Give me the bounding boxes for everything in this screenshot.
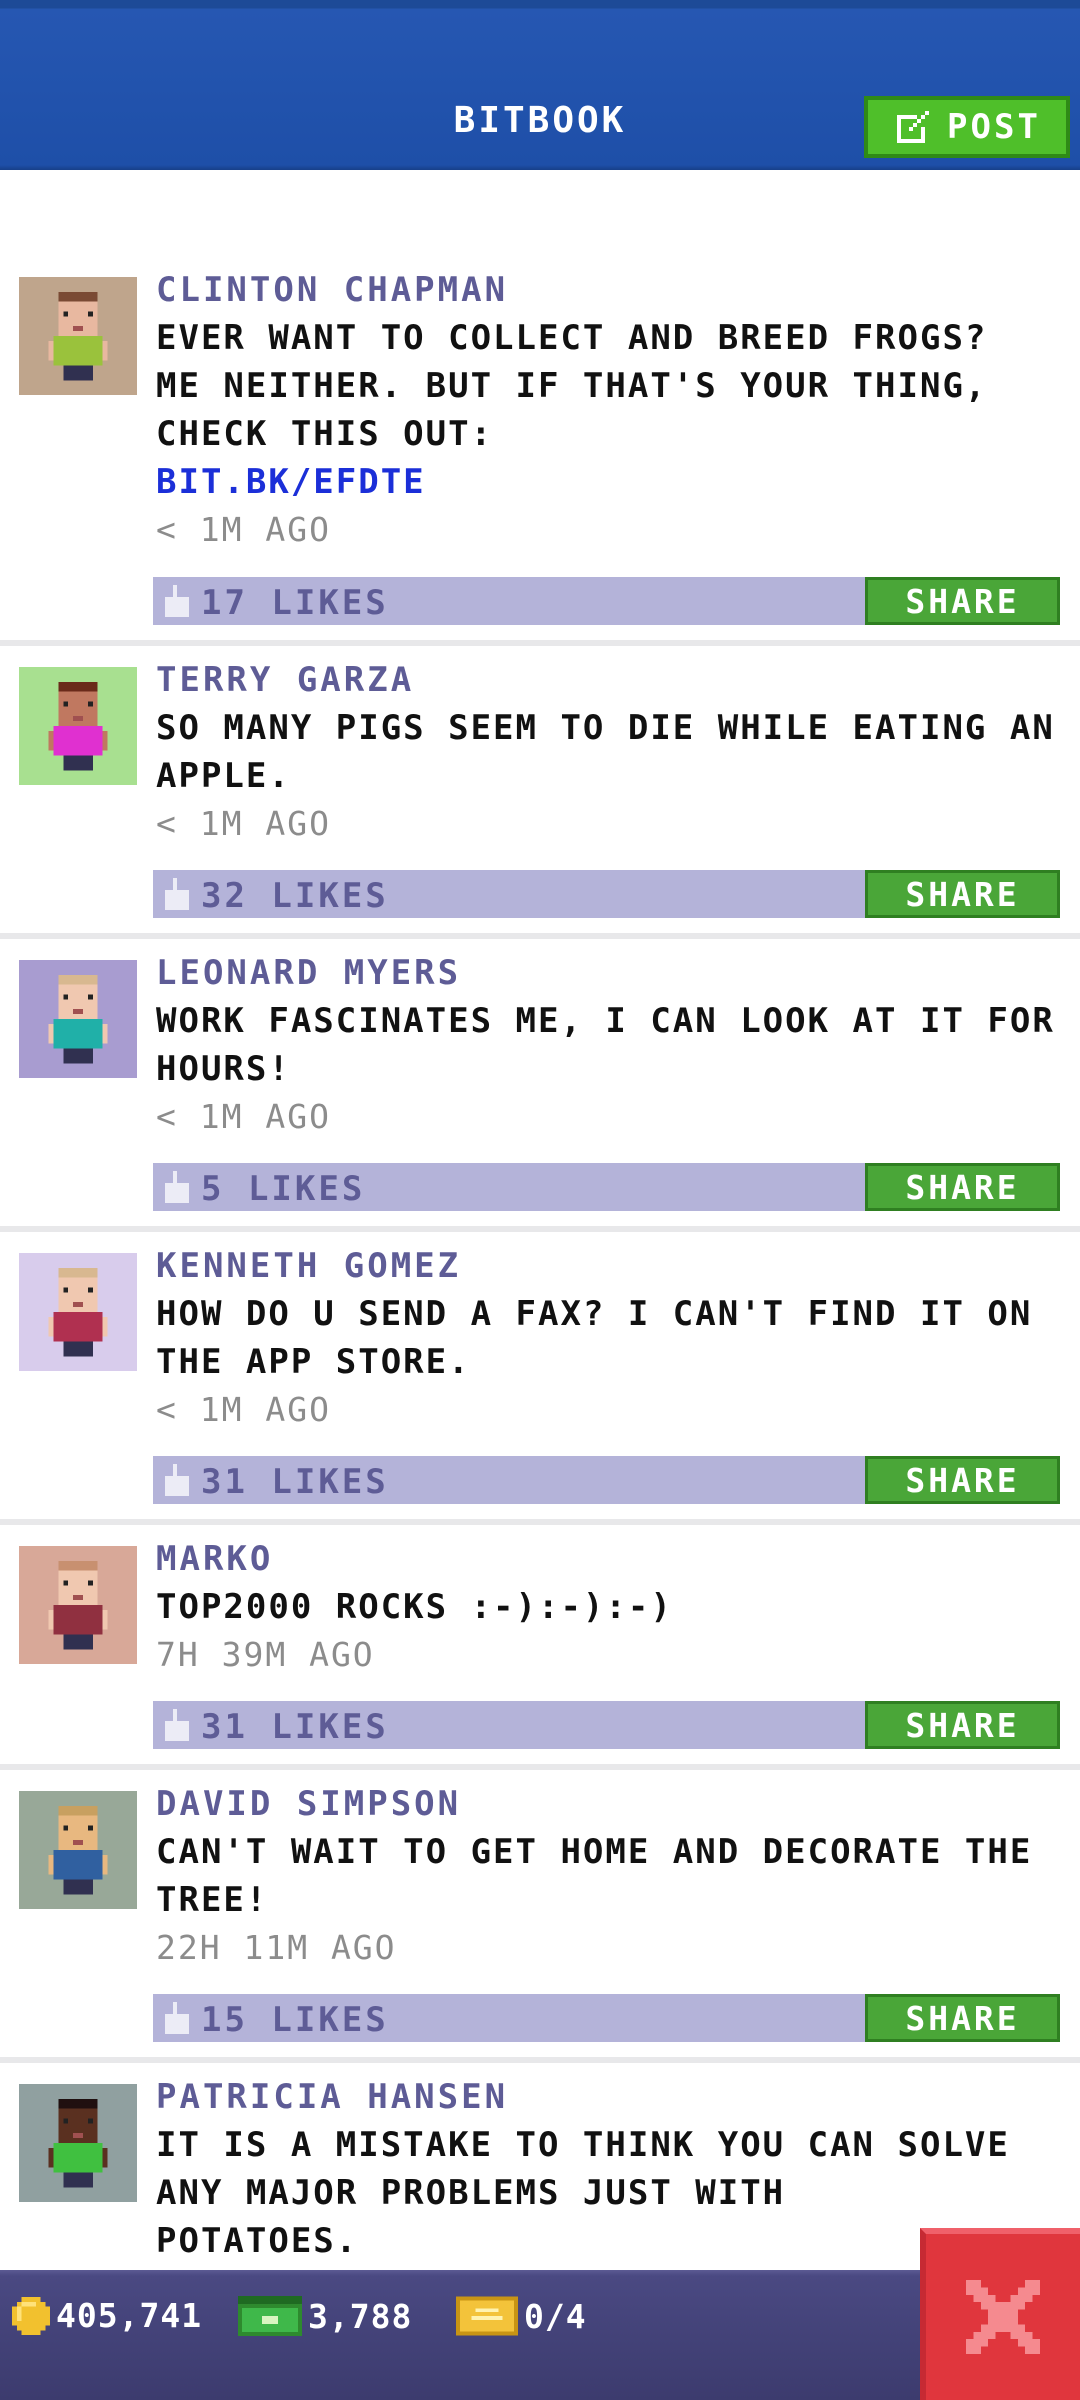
avatar-figure (19, 1253, 137, 1371)
thumbs-up-icon (165, 2002, 189, 2034)
post-timestamp: < 1M AGO (156, 510, 331, 549)
post-author[interactable]: DAVID SIMPSON (156, 1784, 461, 1824)
post-divider (0, 1764, 1080, 1770)
thumbs-up-icon (165, 1171, 189, 1203)
close-icon (966, 2280, 1040, 2354)
coins-stat[interactable]: 405,741 (12, 2296, 202, 2335)
feed[interactable]: CLINTON CHAPMAN EVER WANT TO COLLECT AND… (0, 170, 1080, 2270)
post-text-line: HOURS! (156, 1049, 291, 1089)
avatar[interactable] (19, 2084, 137, 2202)
avatar[interactable] (19, 960, 137, 1078)
post-text-line: WORK FASCINATES ME, I CAN LOOK AT IT FOR (156, 1001, 1055, 1041)
share-button[interactable]: SHARE (865, 1456, 1060, 1504)
post-text-line: POTATOES. (156, 2221, 359, 2261)
avatar-figure (19, 2084, 137, 2202)
thumbs-up-icon (165, 585, 189, 617)
post-divider (0, 1519, 1080, 1525)
post-author[interactable]: LEONARD MYERS (156, 953, 461, 993)
post-timestamp: < 1M AGO (156, 1390, 331, 1429)
avatar-figure (19, 277, 137, 395)
coins-value: 405,741 (56, 2296, 203, 2335)
post-text-line: ANY MAJOR PROBLEMS JUST WITH (156, 2173, 786, 2213)
tickets-stat[interactable]: 0/4 (456, 2296, 587, 2336)
bux-value: 3,788 (308, 2296, 413, 2336)
close-button[interactable] (920, 2228, 1080, 2400)
post-timestamp: < 1M AGO (156, 1097, 331, 1136)
post-button-label: POST (947, 107, 1041, 147)
likes-bar: 5 LIKES SHARE (153, 1163, 1060, 1211)
likes-bar: 15 LIKES SHARE (153, 1994, 1060, 2042)
post-text-line: THE APP STORE. (156, 1342, 471, 1382)
post-timestamp: < 1M AGO (156, 804, 331, 843)
coin-icon (12, 2296, 50, 2335)
post-divider (0, 1226, 1080, 1232)
post-divider (0, 2057, 1080, 2063)
likes-count[interactable]: 31 LIKES (201, 1462, 389, 1502)
post-text-line: CHECK THIS OUT: (156, 414, 494, 454)
post-author[interactable]: PATRICIA HANSEN (156, 2077, 508, 2117)
post-text-line: TREE! (156, 1880, 269, 1920)
bottom-status-bar: 405,741 3,788 0/4 (0, 2270, 1080, 2400)
post-text-line: IT IS A MISTAKE TO THINK YOU CAN SOLVE (156, 2125, 1010, 2165)
avatar[interactable] (19, 667, 137, 785)
post-author[interactable]: KENNETH GOMEZ (156, 1246, 461, 1286)
thumbs-up-icon (165, 1709, 189, 1741)
post-button[interactable]: POST (864, 96, 1070, 158)
share-button[interactable]: SHARE (865, 577, 1060, 625)
avatar[interactable] (19, 1253, 137, 1371)
share-button[interactable]: SHARE (865, 1701, 1060, 1749)
thumbs-up-icon (165, 878, 189, 910)
post-divider (0, 933, 1080, 939)
post-text-line: ME NEITHER. BUT IF THAT'S YOUR THING, (156, 366, 988, 406)
likes-bar: 32 LIKES SHARE (153, 870, 1060, 918)
post-text-line: HOW DO U SEND A FAX? I CAN'T FIND IT ON (156, 1294, 1033, 1334)
tickets-value: 0/4 (524, 2296, 587, 2336)
post-link[interactable]: BIT.BK/EFDTE (156, 462, 426, 502)
likes-count[interactable]: 31 LIKES (201, 1707, 389, 1747)
post-text-line: APPLE. (156, 756, 291, 796)
share-button[interactable]: SHARE (865, 870, 1060, 918)
avatar-figure (19, 1546, 137, 1664)
avatar[interactable] (19, 1791, 137, 1909)
post-timestamp: 7H 39M AGO (156, 1635, 375, 1674)
likes-count[interactable]: 5 LIKES (201, 1169, 365, 1209)
likes-bar: 31 LIKES SHARE (153, 1701, 1060, 1749)
avatar-figure (19, 1791, 137, 1909)
post-author[interactable]: TERRY GARZA (156, 660, 414, 700)
thumbs-up-icon (165, 1464, 189, 1496)
post-text-line: SO MANY PIGS SEEM TO DIE WHILE EATING AN (156, 708, 1055, 748)
avatar-figure (19, 667, 137, 785)
likes-count[interactable]: 15 LIKES (201, 2000, 389, 2040)
avatar[interactable] (19, 277, 137, 395)
post-author[interactable]: CLINTON CHAPMAN (156, 270, 508, 310)
likes-count[interactable]: 32 LIKES (201, 876, 389, 916)
likes-bar: 17 LIKES SHARE (153, 577, 1060, 625)
share-button[interactable]: SHARE (865, 1994, 1060, 2042)
post-text-line: CAN'T WAIT TO GET HOME AND DECORATE THE (156, 1832, 1033, 1872)
likes-count[interactable]: 17 LIKES (201, 583, 389, 623)
avatar-figure (19, 960, 137, 1078)
post-timestamp: 22H 11M AGO (156, 1928, 397, 1967)
post-text-line: EVER WANT TO COLLECT AND BREED FROGS? (156, 318, 988, 358)
post-author[interactable]: MARKO (156, 1539, 273, 1579)
ticket-icon (456, 2296, 518, 2336)
post-divider (0, 640, 1080, 646)
share-button[interactable]: SHARE (865, 1163, 1060, 1211)
edit-icon (897, 111, 930, 143)
likes-bar: 31 LIKES SHARE (153, 1456, 1060, 1504)
post-text-line: TOP2000 ROCKS :-):-):-) (156, 1587, 673, 1627)
bux-stat[interactable]: 3,788 (238, 2296, 412, 2336)
avatar[interactable] (19, 1546, 137, 1664)
bux-icon (238, 2296, 302, 2336)
app-header: BITBOOK POST (0, 0, 1080, 170)
